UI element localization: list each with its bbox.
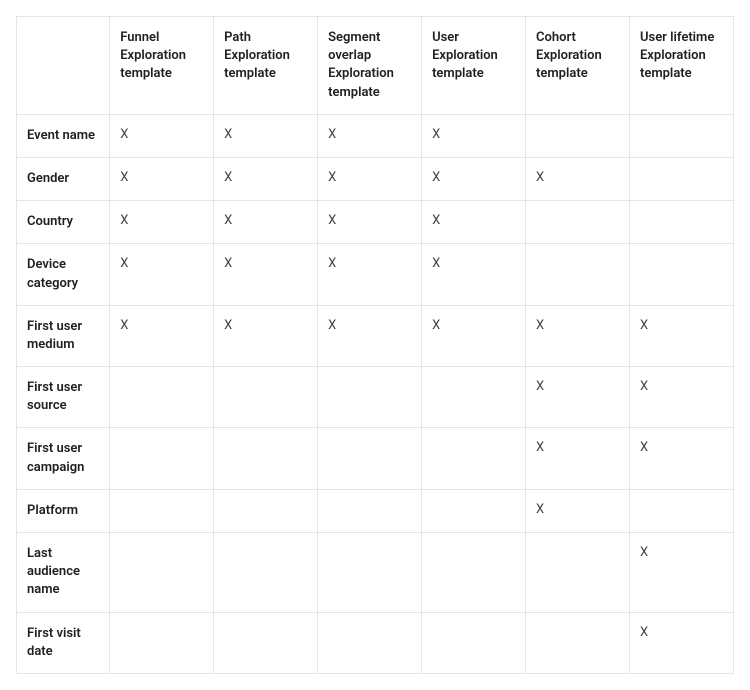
table-corner [17,17,110,115]
col-header: Funnel Exploration template [110,17,214,115]
row-header: First user campaign [17,428,110,489]
cell [214,367,318,428]
cell: X [214,201,318,244]
table-row: Gender X X X X X [17,157,734,200]
cell: X [214,114,318,157]
cell: X [526,428,630,489]
table-row: First user campaign X X [17,428,734,489]
row-header: Gender [17,157,110,200]
cell: X [214,157,318,200]
cell: X [318,201,422,244]
cell [422,489,526,532]
table-row: First visit date X [17,612,734,673]
cell: X [110,201,214,244]
cell: X [629,305,733,366]
exploration-templates-table: Funnel Exploration template Path Explora… [16,16,734,674]
col-header: User Exploration template [422,17,526,115]
row-header: First visit date [17,612,110,673]
cell [422,428,526,489]
cell [629,114,733,157]
cell: X [526,157,630,200]
cell: X [318,305,422,366]
cell: X [214,305,318,366]
col-header: Cohort Exploration template [526,17,630,115]
cell [629,244,733,305]
row-header: Device category [17,244,110,305]
cell: X [526,305,630,366]
cell [110,489,214,532]
col-header: Path Exploration template [214,17,318,115]
cell [526,244,630,305]
row-header: Event name [17,114,110,157]
cell: X [318,157,422,200]
cell [526,612,630,673]
table-row: Last audience name X [17,533,734,613]
row-header: Platform [17,489,110,532]
cell [422,612,526,673]
cell: X [422,244,526,305]
cell: X [422,305,526,366]
cell: X [422,157,526,200]
cell [214,612,318,673]
cell [629,157,733,200]
cell [526,533,630,613]
cell: X [629,367,733,428]
cell: X [422,114,526,157]
cell [422,367,526,428]
col-header: Segment overlap Exploration template [318,17,422,115]
cell [214,489,318,532]
cell [318,612,422,673]
cell: X [629,533,733,613]
cell [318,533,422,613]
cell: X [110,244,214,305]
cell: X [422,201,526,244]
table-row: Event name X X X X [17,114,734,157]
cell [629,489,733,532]
cell [526,114,630,157]
col-header: User lifetime Exploration template [629,17,733,115]
cell: X [526,367,630,428]
cell: X [629,428,733,489]
table-row: Device category X X X X [17,244,734,305]
cell: X [214,244,318,305]
table-row: First user source X X [17,367,734,428]
cell [422,533,526,613]
cell [318,428,422,489]
cell: X [526,489,630,532]
table-row: Country X X X X [17,201,734,244]
cell: X [110,157,214,200]
table-row: First user medium X X X X X X [17,305,734,366]
row-header: First user source [17,367,110,428]
cell [526,201,630,244]
cell [629,201,733,244]
row-header: First user medium [17,305,110,366]
row-header: Last audience name [17,533,110,613]
cell [318,489,422,532]
cell: X [629,612,733,673]
cell: X [110,305,214,366]
cell [110,533,214,613]
row-header: Country [17,201,110,244]
cell: X [110,114,214,157]
cell [110,367,214,428]
table-row: Platform X [17,489,734,532]
cell [214,428,318,489]
cell: X [318,244,422,305]
cell [110,612,214,673]
cell [318,367,422,428]
cell: X [318,114,422,157]
cell [110,428,214,489]
cell [214,533,318,613]
